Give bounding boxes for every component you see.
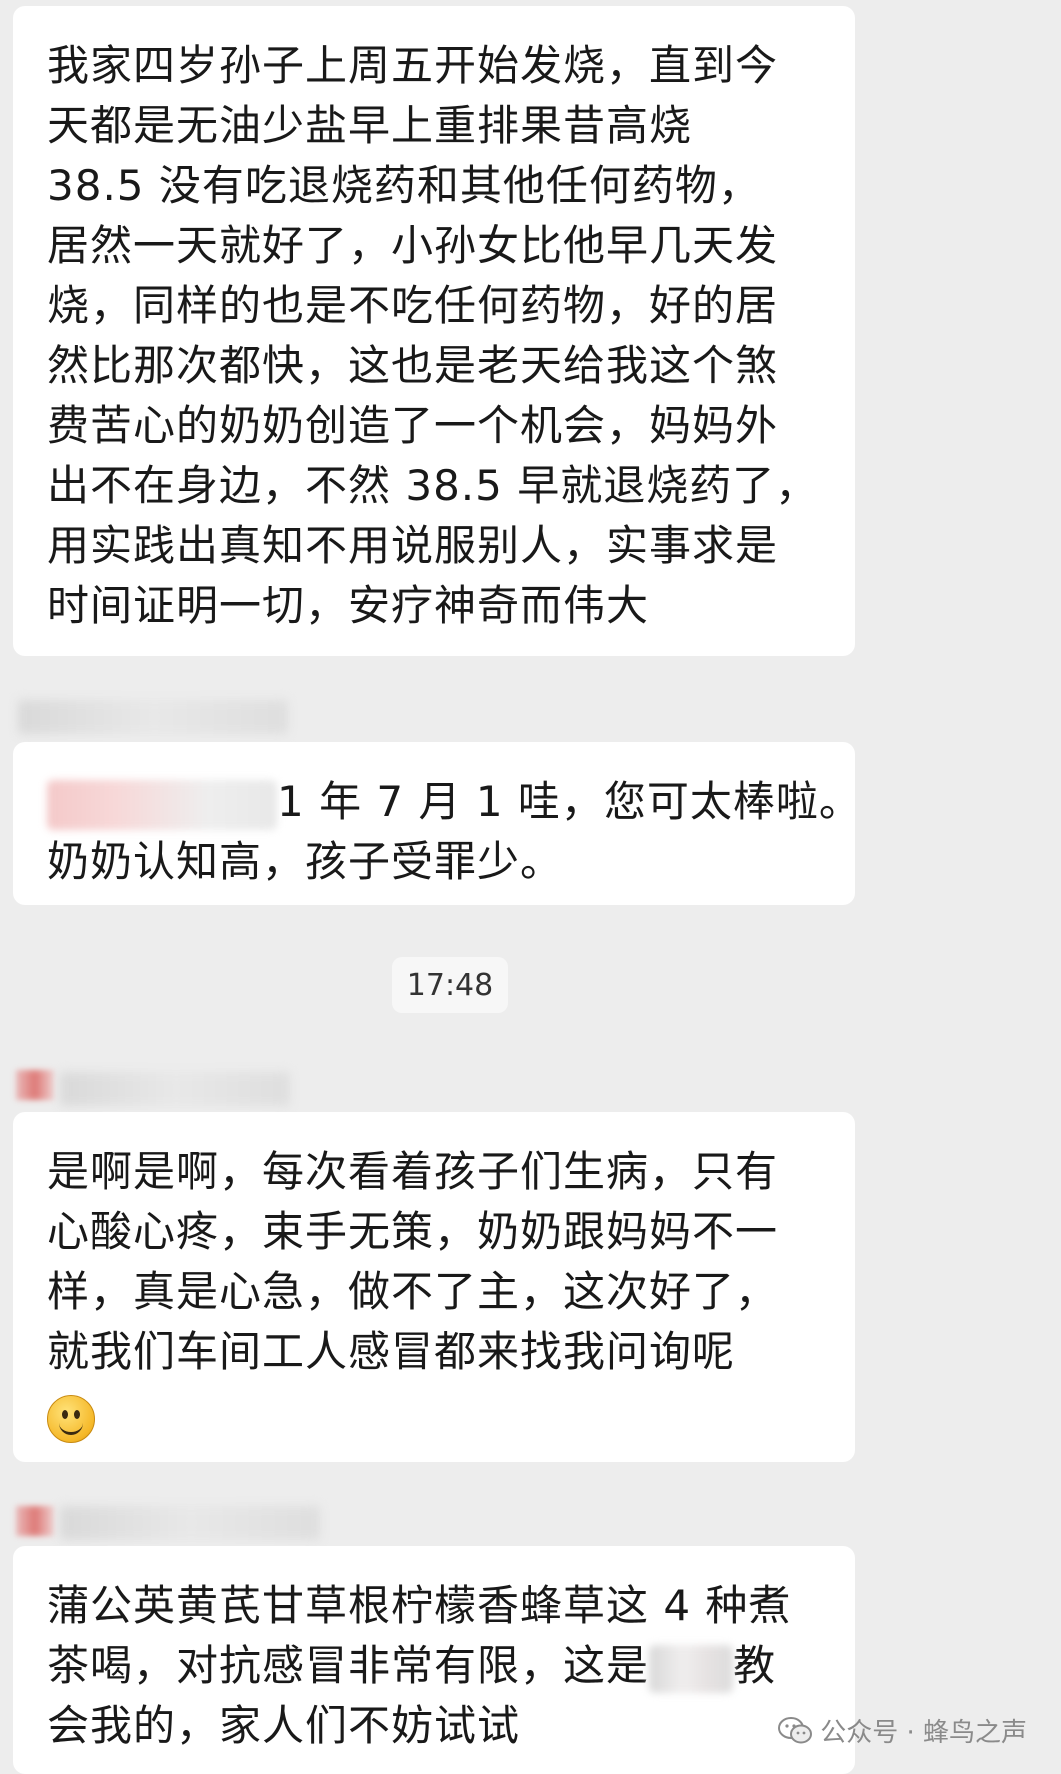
message-line: 心酸心疼，束手无策，奶奶跟妈妈不一 xyxy=(47,1207,779,1256)
message-line: 会我的，家人们不妨试试 xyxy=(47,1701,521,1750)
message-bubble-4[interactable]: 蒲公英黄芪甘草根柠檬香蜂草这 4 种煮 茶喝，对抗感冒非常有限，这是 教 会我的，… xyxy=(13,1546,855,1774)
message-line: 奶奶认知高，孩子受罪少。 xyxy=(47,837,564,886)
message-text: 1 年 7 月 1 哇，您可太棒啦。 xyxy=(277,777,862,826)
message-line: 就我们车间工人感冒都来找我问询呢 xyxy=(47,1327,736,1376)
wechat-icon xyxy=(778,1716,813,1743)
message-line: 1 年 7 月 1 哇，您可太棒啦。 xyxy=(47,772,861,832)
sender-name-redacted xyxy=(18,700,288,734)
message-line: 用实践出真知不用说服别人，实事求是 xyxy=(47,521,779,570)
watermark-text: 公众号 · 蜂鸟之声 xyxy=(820,1718,1027,1748)
redacted-name xyxy=(649,1644,734,1693)
message-line: 蒲公英黄芪甘草根柠檬香蜂草这 4 种煮 xyxy=(47,1581,792,1630)
message-line: 居然一天就好了，小孙女比他早几天发 xyxy=(47,221,779,270)
message-text: 茶喝，对抗感冒非常有限，这是 xyxy=(47,1641,650,1690)
message-bubble-1[interactable]: 我家四岁孙子上周五开始发烧，直到今 天都是无油少盐早上重排果昔高烧 38.5 没… xyxy=(13,6,855,656)
message-line: 烧，同样的也是不吃任何药物，好的居 xyxy=(47,281,779,330)
sender-avatar-redacted xyxy=(16,1070,54,1100)
timestamp: 17:48 xyxy=(392,957,508,1013)
message-line: 38.5 没有吃退烧药和其他任何药物， xyxy=(47,161,761,210)
smiley-emoji-icon xyxy=(47,1394,95,1443)
message-line: 茶喝，对抗感冒非常有限，这是 教 xyxy=(47,1636,825,1696)
sender-name-redacted xyxy=(60,1506,320,1540)
message-line: 然比那次都快，这也是老天给我这个煞 xyxy=(47,341,779,390)
message-line: 是啊是啊，每次看着孩子们生病，只有 xyxy=(47,1147,779,1196)
watermark: 公众号 · 蜂鸟之声 xyxy=(778,1712,1027,1749)
sender-avatar-redacted xyxy=(16,1506,54,1536)
message-line: 样，真是心急，做不了主，这次好了， xyxy=(47,1267,779,1316)
message-line: 天都是无油少盐早上重排果昔高烧 xyxy=(47,101,693,150)
message-text: 教 xyxy=(733,1641,777,1690)
sender-name-redacted xyxy=(60,1072,290,1106)
message-bubble-2[interactable]: 1 年 7 月 1 哇，您可太棒啦。 奶奶认知高，孩子受罪少。 xyxy=(13,742,861,905)
message-line: 费苦心的奶奶创造了一个机会，妈妈外 xyxy=(47,401,779,450)
redacted-quote xyxy=(47,779,277,830)
message-line: 出不在身边，不然 38.5 早就退烧药了， xyxy=(47,461,819,510)
message-line xyxy=(47,1386,825,1446)
message-bubble-3[interactable]: 是啊是啊，每次看着孩子们生病，只有 心酸心疼，束手无策，奶奶跟妈妈不一 样，真是… xyxy=(13,1112,855,1462)
message-line: 我家四岁孙子上周五开始发烧，直到今 xyxy=(47,41,779,90)
message-line: 时间证明一切，安疗神奇而伟大 xyxy=(47,581,650,630)
